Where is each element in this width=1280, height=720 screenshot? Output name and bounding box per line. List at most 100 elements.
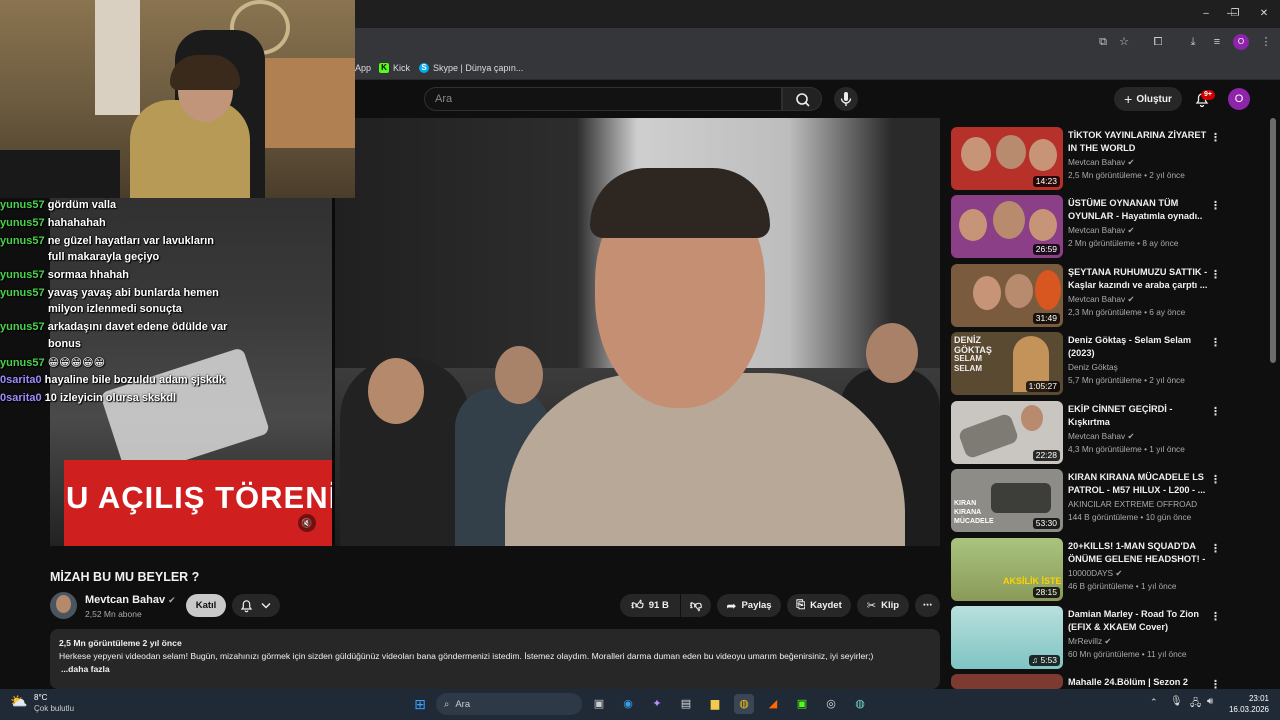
close-icon[interactable]: ✕: [1254, 6, 1274, 22]
profile-icon[interactable]: O: [1233, 34, 1249, 50]
dislike-button[interactable]: 👎︎: [681, 594, 711, 617]
video-thumbnail[interactable]: 31:49: [951, 264, 1063, 327]
create-button[interactable]: + Oluştur: [1114, 87, 1182, 111]
rec-channel[interactable]: 10000DAYS ✔: [1068, 568, 1122, 578]
search-button[interactable]: [782, 87, 822, 111]
chevron-up-icon[interactable]: ⌃: [1150, 697, 1158, 708]
account-avatar[interactable]: O: [1228, 88, 1250, 110]
start-icon[interactable]: ⊞: [410, 694, 430, 714]
recommendation-item[interactable]: 22:28 EKİP CİNNET GEÇİRDİ - Kışkırtma Me…: [951, 401, 1221, 465]
rec-title[interactable]: ÜSTÜME OYNANAN TÜM OYUNLAR - Hayatımla o…: [1068, 197, 1208, 223]
more-icon[interactable]: ⋮: [1210, 610, 1221, 623]
rec-channel[interactable]: MrRevillz ✔: [1068, 636, 1111, 646]
recommendation-item[interactable]: 31:49 ŞEYTANA RUHUMUZU SATTIK - Kaşlar k…: [951, 264, 1221, 328]
rec-title[interactable]: EKİP CİNNET GEÇİRDİ - Kışkırtma: [1068, 403, 1208, 429]
maximize-icon[interactable]: ❐: [1225, 6, 1245, 22]
more-icon[interactable]: ⋮: [1210, 268, 1221, 281]
mute-icon[interactable]: 🔇: [298, 514, 316, 532]
cast-icon[interactable]: ⧉: [1095, 34, 1111, 50]
network-app-icon[interactable]: ◍: [850, 694, 870, 714]
steam-icon[interactable]: ◎: [821, 694, 841, 714]
rec-channel[interactable]: AKINCILAR EXTREME OFFROAD: [1068, 499, 1197, 509]
rec-channel-name: MrRevillz: [1068, 636, 1103, 646]
more-icon[interactable]: ⋮: [1210, 131, 1221, 144]
rec-channel[interactable]: Mevtcan Bahav ✔: [1068, 294, 1134, 304]
extensions-icon[interactable]: ⧠: [1150, 34, 1166, 50]
edge-icon[interactable]: ◉: [618, 694, 638, 714]
video-thumbnail[interactable]: [951, 674, 1063, 689]
recommendation-item[interactable]: 26:59 ÜSTÜME OYNANAN TÜM OYUNLAR - Hayat…: [951, 195, 1221, 259]
video-thumbnail[interactable]: DENİZ GÖKTAŞ SELAM SELAM 1:05:27: [951, 332, 1063, 395]
more-icon[interactable]: ⋮: [1210, 473, 1221, 486]
channel-name[interactable]: Mevtcan Bahav ✔: [85, 594, 176, 606]
task-view-icon[interactable]: ▣: [589, 694, 609, 714]
more-icon[interactable]: ⋮: [1210, 336, 1221, 349]
minimize-window-icon[interactable]: –: [1196, 6, 1216, 22]
show-more-link[interactable]: ...daha fazla: [59, 663, 931, 676]
rec-channel[interactable]: Mevtcan Bahav ✔: [1068, 431, 1134, 441]
recommendation-item[interactable]: Mahalle 24.Bölüm | Sezon 2 ⋮: [951, 674, 1221, 689]
channel-avatar[interactable]: [50, 592, 77, 619]
video-thumbnail[interactable]: AKSİLİK İSTE 28:15: [951, 538, 1063, 601]
recommendation-item[interactable]: AKSİLİK İSTE 28:15 20+KILLS! 1-MAN SQUAD…: [951, 538, 1221, 602]
volume-icon[interactable]: 🔊︎: [1207, 696, 1213, 707]
more-icon[interactable]: ⋮: [1210, 542, 1221, 555]
menu-icon[interactable]: ⋮: [1258, 34, 1274, 50]
rec-channel[interactable]: Deniz Göktaş: [1068, 362, 1118, 372]
join-button[interactable]: Katıl: [186, 594, 226, 617]
rec-title[interactable]: TİKTOK YAYINLARINA ZİYARET IN THE WORLD: [1068, 129, 1208, 155]
kick-app-icon[interactable]: ▣: [792, 694, 812, 714]
duration-badge: 28:15: [1032, 587, 1060, 598]
recommendation-item[interactable]: KIRAN KIRANA MÜCADELE 53:30 KIRAN KIRANA…: [951, 469, 1221, 533]
rec-channel[interactable]: Mevtcan Bahav ✔: [1068, 225, 1134, 235]
search-input[interactable]: Ara: [424, 87, 782, 111]
chrome-icon[interactable]: ◍: [734, 694, 754, 714]
subscription-bell-button[interactable]: [232, 594, 280, 617]
rec-title[interactable]: Deniz Göktaş - Selam Selam (2023): [1068, 334, 1208, 360]
page-scrollbar[interactable]: [1270, 118, 1276, 363]
rec-title[interactable]: 20+KILLS! 1-MAN SQUAD'DA ÖNÜME GELENE HE…: [1068, 540, 1208, 567]
mic-tray-icon[interactable]: 🎙︎: [1170, 696, 1183, 707]
file-explorer-icon[interactable]: ▆: [705, 694, 725, 714]
clock-date[interactable]: 16.03.2026: [1224, 705, 1269, 714]
store-icon[interactable]: ▤: [676, 694, 696, 714]
video-thumbnail[interactable]: 26:59: [951, 195, 1063, 258]
video-thumbnail[interactable]: KIRAN KIRANA MÜCADELE 53:30: [951, 469, 1063, 532]
video-thumbnail[interactable]: 22:28: [951, 401, 1063, 464]
clip-button[interactable]: ✂ Klip: [857, 594, 909, 617]
bookmark-app[interactable]: App: [355, 61, 371, 75]
clock-time[interactable]: 23:01: [1229, 694, 1269, 703]
rec-title[interactable]: ŞEYTANA RUHUMUZU SATTIK - Kaşlar kazındı…: [1068, 266, 1208, 292]
rec-channel[interactable]: Mevtcan Bahav ✔: [1068, 157, 1134, 167]
rec-title[interactable]: Damian Marley - Road To Zion (EFIX & XKA…: [1068, 608, 1208, 634]
video-thumbnail[interactable]: ♫ 5:53: [951, 606, 1063, 669]
copilot-icon[interactable]: ✦: [647, 694, 667, 714]
download-icon[interactable]: ⤓: [1185, 34, 1201, 50]
rec-title[interactable]: Mahalle 24.Bölüm | Sezon 2: [1068, 676, 1208, 689]
rec-title[interactable]: KIRAN KIRANA MÜCADELE LS PATROL - M57 HI…: [1068, 471, 1208, 497]
weather-icon[interactable]: ⛅: [10, 693, 27, 710]
recommendation-item[interactable]: DENİZ GÖKTAŞ SELAM SELAM 1:05:27 Deniz G…: [951, 332, 1221, 396]
bookmark-kick[interactable]: K Kick: [379, 61, 410, 75]
network-icon[interactable]: 🖧: [1190, 696, 1201, 713]
bookmark-skype[interactable]: S Skype | Dünya çapın...: [419, 61, 523, 75]
star-icon[interactable]: ☆: [1116, 34, 1132, 50]
like-button[interactable]: 👍︎ 91 B: [620, 594, 680, 617]
more-icon[interactable]: ⋮: [1210, 678, 1221, 689]
recommendation-item[interactable]: ♫ 5:53 Damian Marley - Road To Zion (EFI…: [951, 606, 1221, 670]
recommendation-item[interactable]: 14:23 TİKTOK YAYINLARINA ZİYARET IN THE …: [951, 127, 1221, 191]
rec-meta: 2,5 Mn görüntüleme • 2 yıl önce: [1068, 170, 1185, 180]
weather-desc[interactable]: Çok bulutlu: [34, 704, 74, 713]
more-icon[interactable]: ⋮: [1210, 199, 1221, 212]
taskbar-search[interactable]: ⌕ Ara: [436, 693, 582, 715]
share-button[interactable]: ➦ Paylaş: [717, 594, 781, 617]
voice-search-button[interactable]: [834, 87, 858, 111]
description-box[interactable]: 2,5 Mn görüntüleme 2 yıl önce Herkese ye…: [50, 629, 940, 689]
video-thumbnail[interactable]: 14:23: [951, 127, 1063, 190]
app-icon[interactable]: ◢: [763, 694, 783, 714]
more-icon[interactable]: ⋮: [1210, 405, 1221, 418]
more-actions-button[interactable]: ⋯: [915, 594, 940, 617]
save-button[interactable]: ⎘ Kaydet: [787, 594, 851, 617]
weather-temp[interactable]: 8°C: [34, 693, 47, 702]
reading-list-icon[interactable]: ≡: [1209, 34, 1225, 50]
